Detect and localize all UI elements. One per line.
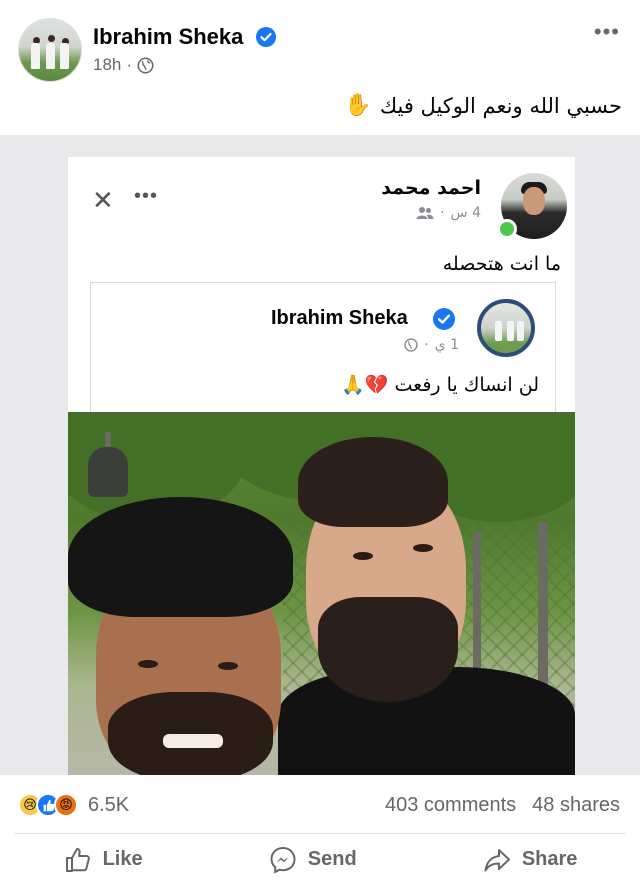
globe-icon bbox=[137, 57, 154, 73]
engagement-counts: 403 comments 48 shares bbox=[385, 794, 620, 817]
online-status-dot bbox=[497, 219, 517, 239]
shared-post-card: Ibrahim Sheka 1 ي · لن انساك يا رفعت 💔🙏 bbox=[90, 282, 556, 412]
angry-reaction-icon: 😡 bbox=[54, 793, 78, 817]
send-label: Send bbox=[307, 848, 357, 870]
share-arrow-icon bbox=[484, 848, 510, 871]
shared-post-text-content: لن انساك يا رفعت bbox=[394, 374, 540, 396]
thumbs-up-icon bbox=[65, 847, 90, 872]
shared-separator: · bbox=[424, 337, 429, 353]
like-label: Like bbox=[102, 848, 143, 870]
shared-screenshot-image: ✕ ••• احمد محمد 4 س · ما انت هتحصله Ibra… bbox=[68, 149, 575, 775]
verified-badge-icon bbox=[256, 27, 276, 47]
street-lamp bbox=[88, 447, 128, 497]
post-meta: 18h · bbox=[93, 55, 154, 75]
comments-count[interactable]: 403 comments bbox=[385, 794, 516, 817]
verified-badge-icon bbox=[433, 308, 455, 330]
inner-meta: 4 س · bbox=[416, 205, 481, 221]
post-header: Ibrahim Sheka 18h · ••• bbox=[0, 0, 640, 90]
footer-divider bbox=[14, 833, 626, 834]
post-time[interactable]: 18h bbox=[93, 55, 121, 75]
author-name[interactable]: Ibrahim Sheka bbox=[93, 24, 243, 50]
post-text: حسبي الله ونعم الوكيل فيك ✋ bbox=[344, 93, 622, 118]
post-text-content: حسبي الله ونعم الوكيل فيك bbox=[379, 93, 622, 118]
shares-count[interactable]: 48 shares bbox=[532, 794, 620, 817]
action-bar: Like Send Share bbox=[0, 836, 640, 883]
reaction-count[interactable]: 6.5K bbox=[88, 794, 129, 817]
selfie-photo bbox=[68, 412, 575, 775]
inner-post-text: ما انت هتحصله bbox=[442, 253, 561, 275]
author-avatar[interactable] bbox=[18, 18, 82, 82]
friends-icon bbox=[416, 207, 434, 219]
shared-author-avatar bbox=[477, 299, 535, 357]
inner-author-name: احمد محمد bbox=[381, 177, 481, 199]
messenger-icon bbox=[270, 846, 296, 874]
post-media[interactable]: ✕ ••• احمد محمد 4 س · ما انت هتحصله Ibra… bbox=[0, 135, 640, 775]
shared-post-text: لن انساك يا رفعت 💔🙏 bbox=[341, 373, 539, 396]
raised-hand-emoji: ✋ bbox=[344, 93, 372, 118]
more-options-icon: ••• bbox=[134, 185, 159, 207]
meta-separator: · bbox=[126, 55, 133, 74]
globe-icon bbox=[404, 338, 418, 352]
close-icon: ✕ bbox=[92, 185, 114, 215]
inner-separator: · bbox=[440, 205, 445, 221]
more-options-icon[interactable]: ••• bbox=[594, 21, 620, 43]
screenshot-top-strip bbox=[68, 149, 575, 157]
shared-time: 1 ي bbox=[434, 337, 459, 353]
broken-heart-pray-emojis: 💔🙏 bbox=[341, 374, 389, 396]
share-button[interactable]: Share bbox=[472, 839, 588, 881]
reaction-icons: 😢 😡 bbox=[18, 793, 78, 817]
like-button[interactable]: Like bbox=[53, 839, 153, 881]
share-label: Share bbox=[521, 848, 578, 870]
inner-time: 4 س bbox=[450, 205, 481, 221]
send-button[interactable]: Send bbox=[258, 839, 367, 881]
shared-meta: 1 ي · bbox=[404, 337, 459, 353]
shared-author-name: Ibrahim Sheka bbox=[271, 307, 408, 329]
reactions-summary[interactable]: 😢 😡 6.5K bbox=[18, 793, 129, 817]
